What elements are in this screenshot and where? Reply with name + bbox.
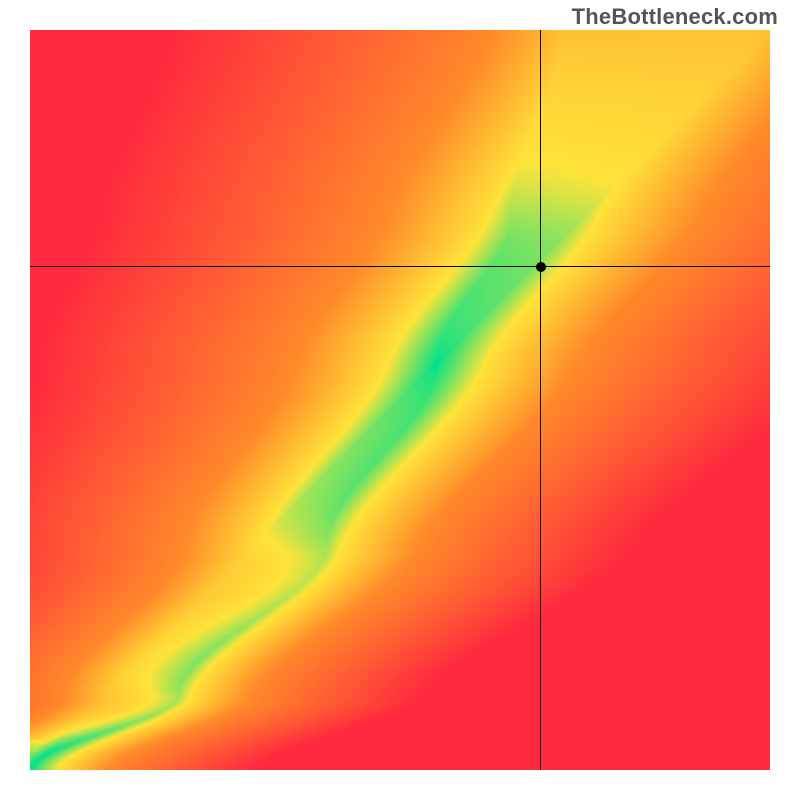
chart-container: TheBottleneck.com: [0, 0, 800, 800]
heatmap-canvas: [30, 30, 770, 770]
plot-frame: [30, 30, 770, 770]
watermark-label: TheBottleneck.com: [572, 4, 778, 30]
